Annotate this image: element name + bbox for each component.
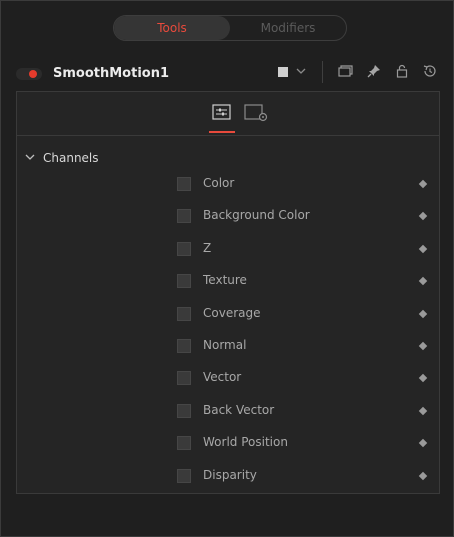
channel-checkbox[interactable] [177,468,191,483]
keyframe-icon[interactable] [418,212,428,221]
keyframe-icon[interactable] [418,309,428,318]
header-divider [322,61,323,83]
chevron-down-icon[interactable] [296,62,306,83]
view-icon[interactable] [337,63,353,79]
channel-label: Background Color [203,208,310,223]
tab-modifiers[interactable]: Modifiers [230,16,346,40]
panel-tabs [17,92,439,136]
channel-list: Color Background Color Z Texture Coverag [17,168,439,492]
section-title: Channels [43,151,99,165]
channel-row: Back Vector [17,395,439,427]
keyframe-icon[interactable] [418,471,428,480]
channel-label: Normal [203,337,247,352]
node-header: SmoothMotion1 [1,57,454,91]
channel-checkbox[interactable] [177,177,191,191]
channel-label: Back Vector [203,402,275,417]
pin-icon[interactable] [366,63,382,79]
tool-tab-switch: Tools Modifiers [113,15,347,41]
reset-icon[interactable] [422,63,438,79]
channel-row: Vector [17,362,439,394]
node-enable-toggle[interactable] [16,68,42,80]
keyframe-icon[interactable] [418,374,428,383]
channel-checkbox[interactable] [177,241,191,256]
channel-label: Vector [203,370,242,385]
channel-checkbox[interactable] [177,436,191,451]
channel-label: Z [203,240,212,255]
keyframe-icon[interactable] [418,244,428,254]
tab-tools[interactable]: Tools [114,16,230,40]
channel-checkbox[interactable] [177,274,191,289]
channel-row: Color [17,168,439,200]
channel-checkbox[interactable] [177,371,191,386]
channel-row: World Position [17,427,439,459]
node-name[interactable]: SmoothMotion1 [53,66,169,81]
channel-checkbox[interactable] [177,306,191,321]
channel-row: Normal [17,330,439,362]
channel-label: World Position [203,435,288,450]
settings-icon[interactable] [242,102,272,124]
keyframe-icon[interactable] [418,406,428,415]
channel-row: Coverage [17,298,439,330]
channel-label: Texture [203,273,247,288]
keyframe-icon[interactable] [418,341,428,351]
channel-row: Background Color [17,200,439,232]
channel-label: Disparity [203,467,257,482]
channel-checkbox[interactable] [177,209,191,224]
inspector-window: Tools Modifiers SmoothMotion1 Channels C… [0,0,454,537]
channel-label: Coverage [203,305,261,320]
color-swatch-icon[interactable] [278,67,288,77]
channel-row: Texture [17,265,439,297]
inspector-panel: Channels Color Background Color Z Textur… [16,91,440,494]
channel-row: Disparity [17,460,439,492]
controls-icon[interactable] [210,102,234,124]
chevron-down-icon[interactable] [25,152,35,165]
keyframe-icon[interactable] [418,179,428,189]
enable-indicator [29,70,37,78]
keyframe-icon[interactable] [418,276,428,286]
channel-checkbox[interactable] [177,403,191,418]
lock-icon[interactable] [394,63,410,79]
channel-label: Color [203,176,235,190]
channel-row: Z [17,233,439,265]
channels-section-header[interactable]: Channels [25,150,99,166]
channel-checkbox[interactable] [177,338,191,353]
active-tab-indicator [209,131,235,133]
keyframe-icon[interactable] [418,438,428,448]
